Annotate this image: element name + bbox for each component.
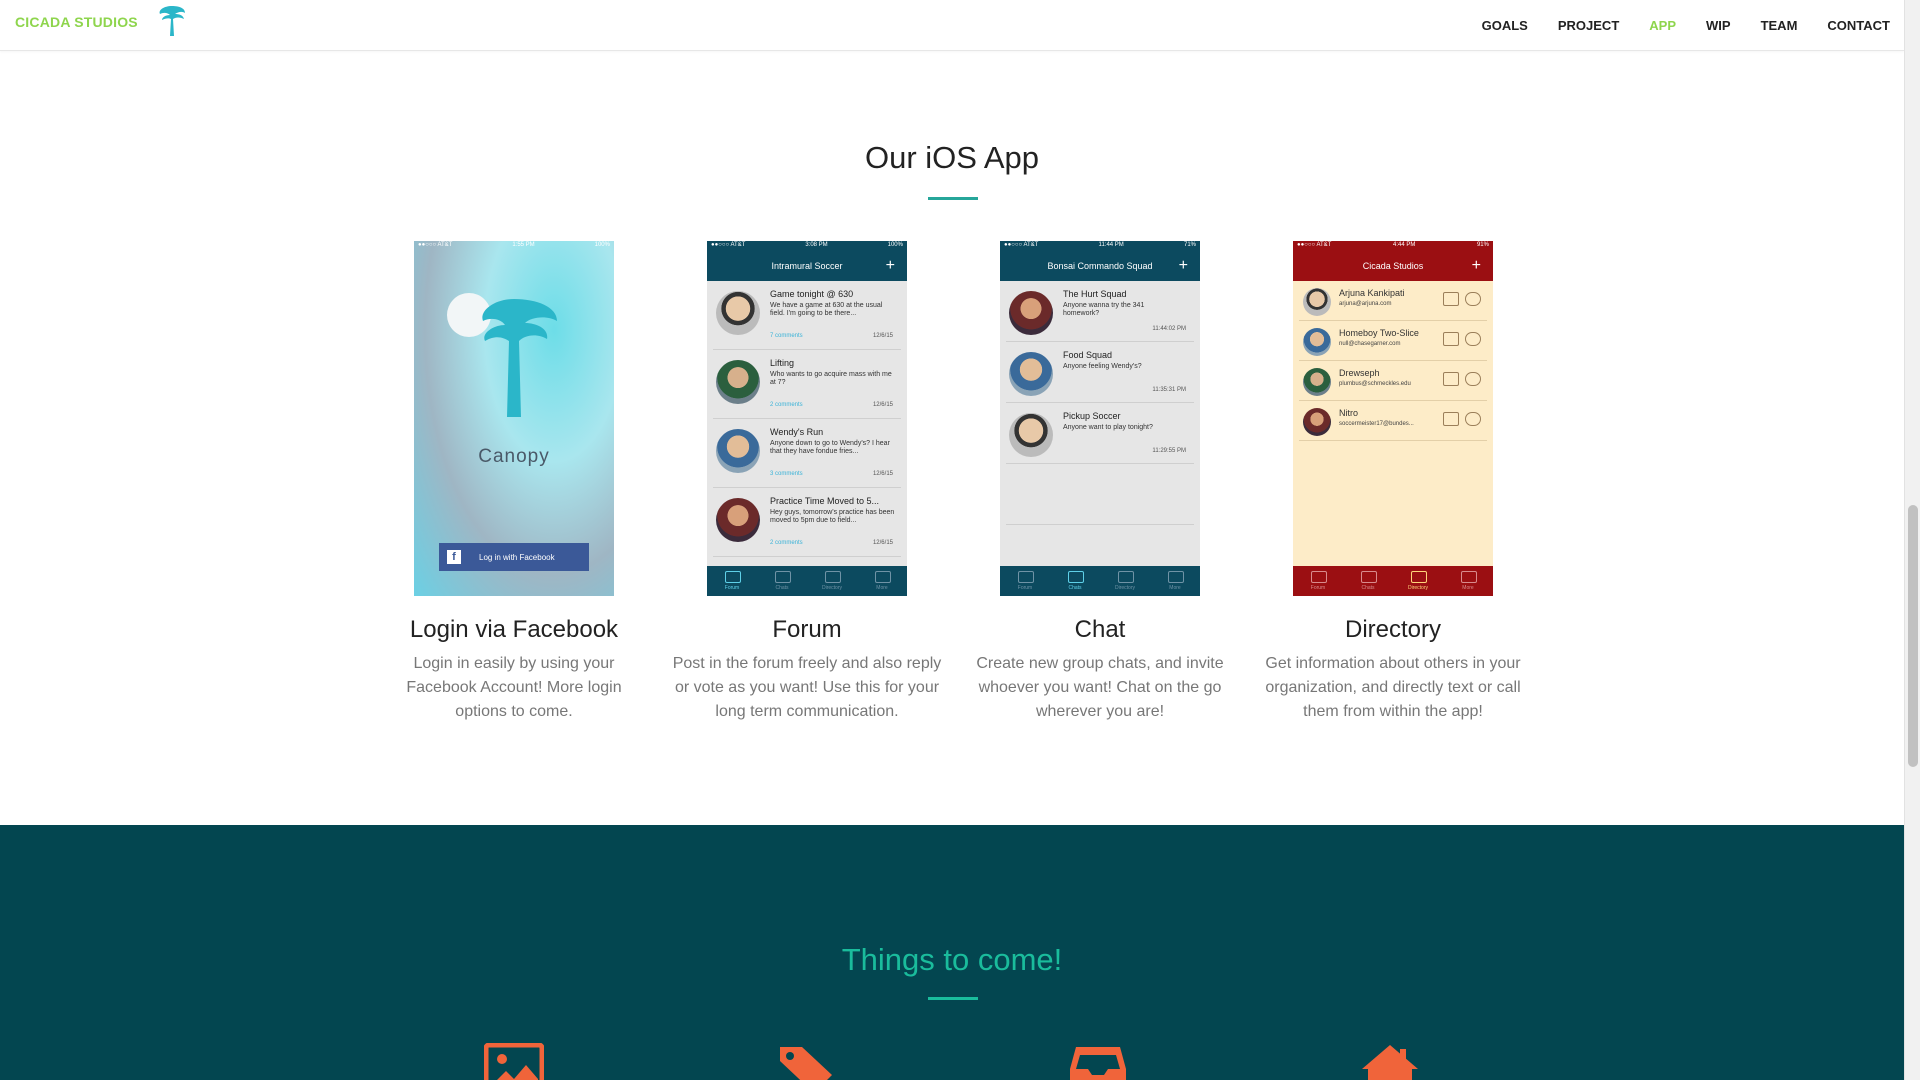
list-item[interactable]: Pickup Soccer Anyone want to play tonigh… (1006, 403, 1194, 464)
feature-card-directory: ●●○○○ AT&T 4:44 PM 91% Cicada Studios + … (1258, 241, 1528, 724)
facebook-login-button[interactable]: f Log in with Facebook (439, 543, 589, 571)
status-bar: ●●○○○ AT&T 4:44 PM 91% (1297, 242, 1489, 248)
tab-more[interactable]: More (857, 566, 907, 596)
navbar: CICADA STUDIOS GOALS PROJECT APP WIP TEA… (0, 0, 1904, 51)
phone-icon[interactable] (1465, 292, 1481, 306)
directory-appbar: Cicada Studios + (1362, 257, 1481, 275)
avatar (1303, 288, 1331, 316)
list-item[interactable]: Game tonight @ 630 We have a game at 630… (713, 281, 901, 350)
avatar (716, 498, 760, 542)
tab-forum[interactable]: Forum (707, 566, 757, 596)
directory-screenshot: ●●○○○ AT&T 4:44 PM 91% Cicada Studios + … (1293, 241, 1493, 596)
list-item[interactable]: Lifting Who wants to go acquire mass wit… (713, 350, 901, 419)
message-icon[interactable] (1443, 412, 1459, 426)
feature-card-login: ●●○○○ AT&T 1:55 PM 100% Canopy f Log in … (379, 241, 649, 724)
tab-more[interactable]: More (1443, 566, 1493, 596)
card-text: Login in easily by using your Facebook A… (406, 655, 622, 720)
feature-card-chat: ●●○○○ AT&T 11:44 PM 71% Bonsai Commando … (965, 241, 1235, 724)
tab-bar: Forum Chats Directory More (1000, 566, 1200, 596)
status-bar: ●●○○○ AT&T 3:08 PM 100% (711, 242, 903, 248)
tab-forum[interactable]: Forum (1293, 566, 1343, 596)
brand-link[interactable]: CICADA STUDIOS (15, 14, 138, 30)
avatar (1303, 328, 1331, 356)
list-item[interactable]: Homeboy Two-Slice null@chasegarner.com (1299, 321, 1487, 361)
image-icon (484, 1043, 544, 1080)
avatar (1009, 352, 1053, 396)
chat-appbar: Bonsai Commando Squad + (1047, 257, 1188, 275)
chat-screenshot: ●●○○○ AT&T 11:44 PM 71% Bonsai Commando … (1000, 241, 1200, 596)
avatar (1009, 291, 1053, 335)
card-text: Create new group chats, and invite whoev… (976, 655, 1224, 720)
main-nav: GOALS PROJECT APP WIP TEAM CONTACT (1452, 0, 1890, 50)
tree-logo-icon[interactable] (154, 2, 190, 38)
section-title: Things to come! (841, 942, 1063, 977)
section-title: Our iOS App (864, 140, 1040, 175)
forum-screenshot: ●●○○○ AT&T 3:08 PM 100% Intramural Socce… (707, 241, 907, 596)
tab-chats[interactable]: Chats (1050, 566, 1100, 596)
title-divider (928, 197, 978, 200)
tab-bar: Forum Chats Directory More (707, 566, 907, 596)
avatar (1009, 413, 1053, 457)
nav-wip[interactable]: WIP (1706, 18, 1731, 33)
status-bar: ●●○○○ AT&T 1:55 PM 100% (418, 242, 610, 248)
list-item[interactable]: Drewseph plumbus@schmeckles.edu (1299, 361, 1487, 401)
avatar (716, 291, 760, 335)
list-item[interactable]: Wendy's Run Anyone down to go to Wendy's… (713, 419, 901, 488)
canopy-tree-icon (447, 293, 557, 417)
tag-icon (780, 1047, 832, 1080)
tab-forum[interactable]: Forum (1000, 566, 1050, 596)
card-text: Get information about others in your org… (1265, 655, 1521, 720)
title-divider (928, 997, 978, 1000)
tab-chats[interactable]: Chats (757, 566, 807, 596)
nav-app[interactable]: APP (1649, 18, 1676, 33)
message-icon[interactable] (1443, 292, 1459, 306)
nav-team[interactable]: TEAM (1761, 18, 1798, 33)
page-scrollbar[interactable] (1904, 0, 1920, 1080)
add-icon[interactable]: + (886, 257, 895, 275)
add-icon[interactable]: + (1179, 257, 1188, 275)
list-item[interactable]: The Hurt Squad Anyone wanna try the 341 … (1006, 281, 1194, 342)
tab-bar: Forum Chats Directory More (1293, 566, 1493, 596)
card-heading: Login via Facebook (409, 616, 619, 643)
nav-project[interactable]: PROJECT (1558, 18, 1619, 33)
nav-goals[interactable]: GOALS (1482, 18, 1528, 33)
tab-directory[interactable]: Directory (1393, 566, 1443, 596)
tab-directory[interactable]: Directory (807, 566, 857, 596)
tab-chats[interactable]: Chats (1343, 566, 1393, 596)
home-icon (1362, 1045, 1418, 1080)
feature-card-forum: ●●○○○ AT&T 3:08 PM 100% Intramural Socce… (672, 241, 942, 724)
login-screenshot: ●●○○○ AT&T 1:55 PM 100% Canopy f Log in … (414, 241, 614, 596)
list-item[interactable]: Nitro soccermeister17@bundes... (1299, 401, 1487, 441)
status-bar: ●●○○○ AT&T 11:44 PM 71% (1004, 242, 1196, 248)
card-heading: Chat (1074, 616, 1126, 643)
phone-icon[interactable] (1465, 412, 1481, 426)
avatar (716, 429, 760, 473)
facebook-icon: f (447, 550, 461, 564)
tab-more[interactable]: More (1150, 566, 1200, 596)
avatar (1303, 368, 1331, 396)
message-icon[interactable] (1443, 372, 1459, 386)
phone-icon[interactable] (1465, 332, 1481, 346)
list-item[interactable]: Arjuna Kankipati arjuna@arjuna.com (1299, 281, 1487, 321)
message-icon[interactable] (1443, 332, 1459, 346)
card-heading: Forum (772, 616, 842, 643)
nav-contact[interactable]: CONTACT (1827, 18, 1890, 33)
scrollbar-thumb[interactable] (1908, 505, 1918, 767)
add-icon[interactable]: + (1472, 257, 1481, 275)
card-text: Post in the forum freely and also reply … (672, 655, 942, 720)
app-name: Canopy (478, 446, 550, 467)
list-item[interactable]: Food Squad Anyone feeling Wendy's? 11:35… (1006, 342, 1194, 403)
inbox-icon (1070, 1047, 1126, 1080)
avatar (1303, 408, 1331, 436)
avatar (716, 360, 760, 404)
list-item[interactable]: Practice Time Moved to 5... Hey guys, to… (713, 488, 901, 557)
forum-appbar: Intramural Soccer + (771, 257, 895, 275)
tab-directory[interactable]: Directory (1100, 566, 1150, 596)
phone-icon[interactable] (1465, 372, 1481, 386)
card-heading: Directory (1344, 616, 1441, 643)
things-to-come-section: Things to come! (0, 825, 1904, 1080)
